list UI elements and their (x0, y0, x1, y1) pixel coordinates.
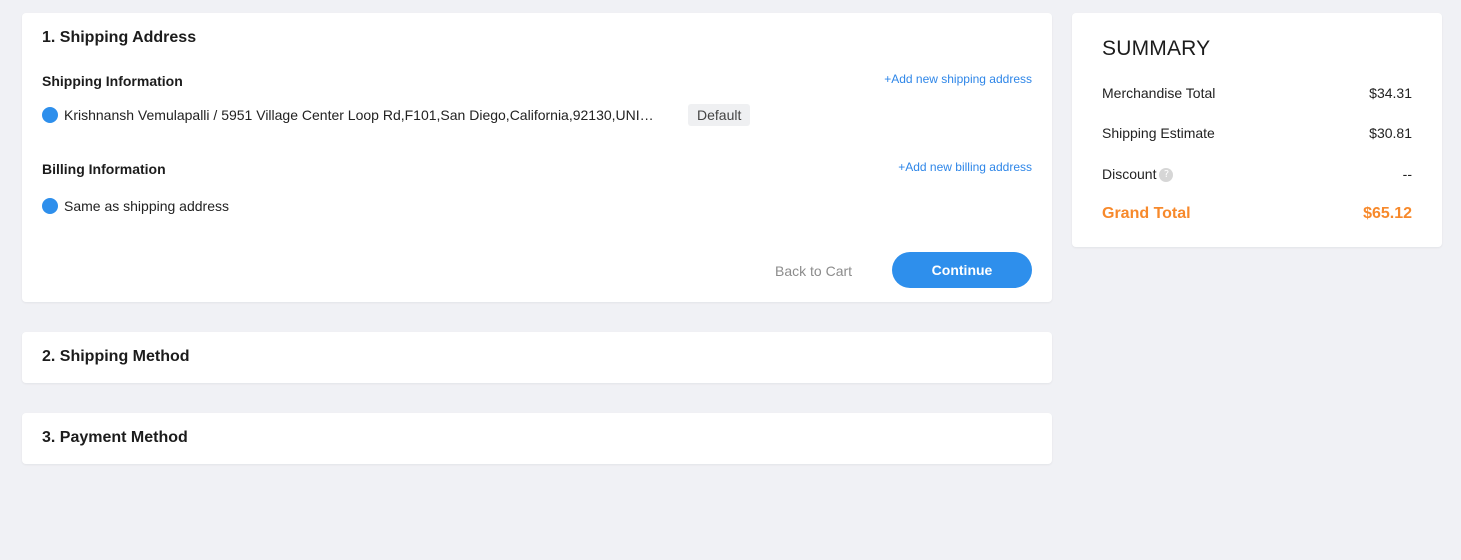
continue-button[interactable]: Continue (892, 252, 1032, 288)
default-badge: Default (688, 104, 751, 126)
add-shipping-address-link[interactable]: +Add new shipping address (884, 72, 1032, 86)
shipping-address-option[interactable]: Krishnansh Vemulapalli / 5951 Village Ce… (42, 104, 751, 126)
payment-method-card[interactable]: 3. Payment Method (22, 413, 1052, 464)
grand-total-label: Grand Total (1102, 205, 1191, 222)
shipping-estimate-label: Shipping Estimate (1102, 125, 1215, 141)
shipping-address-card: 1. Shipping Address Shipping Information… (22, 13, 1052, 302)
radio-selected-icon[interactable] (42, 198, 58, 214)
grand-total-row: Grand Total $65.12 (1102, 205, 1412, 223)
discount-row: Discount? -- (1102, 166, 1412, 183)
discount-label: Discount (1102, 166, 1157, 182)
billing-information-label: Billing Information (42, 161, 166, 177)
discount-value: -- (1402, 166, 1412, 183)
shipping-method-title: 2. Shipping Method (42, 348, 190, 365)
shipping-information-label: Shipping Information (42, 73, 183, 89)
question-circle-icon[interactable]: ? (1159, 168, 1174, 183)
add-billing-address-link[interactable]: +Add new billing address (898, 160, 1032, 174)
merchandise-total-value: $34.31 (1369, 85, 1412, 101)
payment-method-title: 3. Payment Method (42, 429, 188, 446)
summary-title: SUMMARY (1102, 37, 1211, 60)
shipping-method-card[interactable]: 2. Shipping Method (22, 332, 1052, 383)
merchandise-total-row: Merchandise Total $34.31 (1102, 85, 1412, 101)
shipping-estimate-value: $30.81 (1369, 125, 1412, 141)
merchandise-total-label: Merchandise Total (1102, 85, 1216, 101)
back-to-cart-link[interactable]: Back to Cart (775, 263, 852, 279)
shipping-address-title: 1. Shipping Address (42, 29, 197, 46)
radio-selected-icon[interactable] (42, 107, 58, 123)
billing-same-option[interactable]: Same as shipping address (42, 198, 229, 214)
shipping-address-text: Krishnansh Vemulapalli / 5951 Village Ce… (64, 107, 656, 123)
shipping-estimate-row: Shipping Estimate $30.81 (1102, 125, 1412, 141)
summary-card: SUMMARY Merchandise Total $34.31 Shippin… (1072, 13, 1442, 247)
billing-same-label: Same as shipping address (64, 198, 229, 214)
grand-total-value: $65.12 (1363, 205, 1412, 222)
